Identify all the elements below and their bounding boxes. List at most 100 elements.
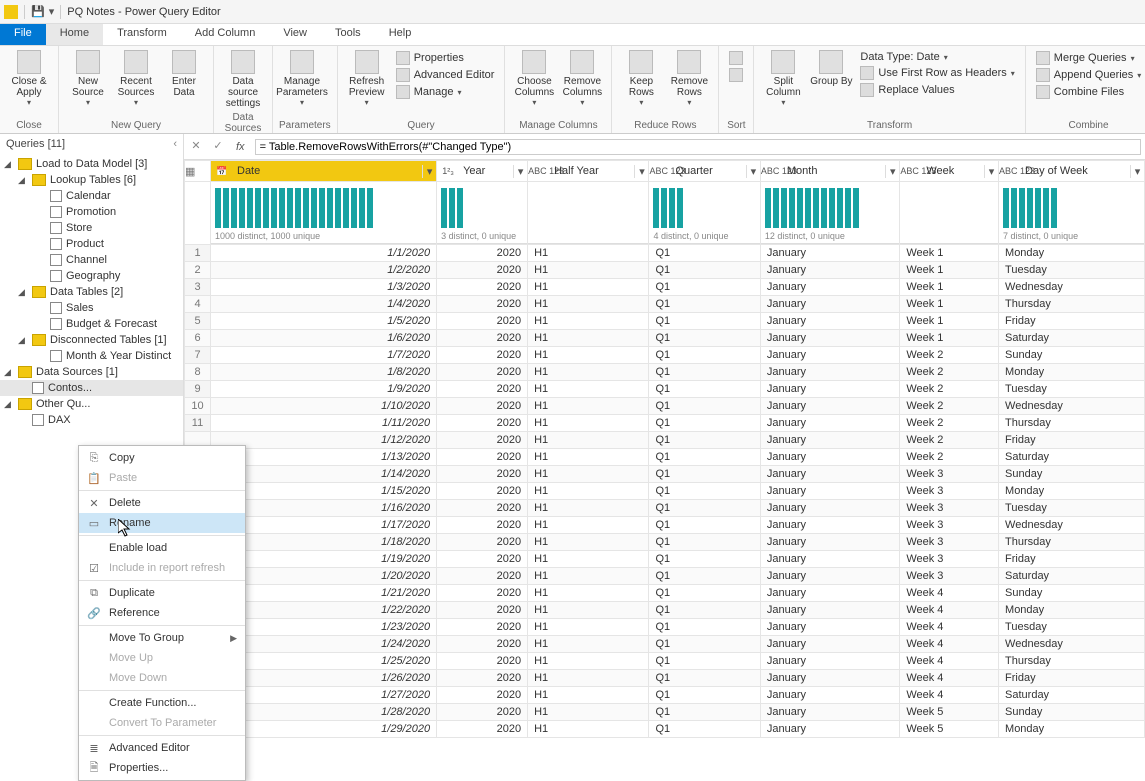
data-source-settings-button[interactable]: Data source settings — [220, 48, 266, 111]
table-row[interactable]: 1/26/20202020H1Q1JanuaryWeek 4Friday — [185, 670, 1145, 687]
sort-asc-button[interactable] — [727, 50, 745, 66]
table-row[interactable]: 10 1/10/20202020H1Q1JanuaryWeek 2Wednesd… — [185, 398, 1145, 415]
fx-icon[interactable]: fx — [232, 141, 249, 153]
first-row-headers-button[interactable]: Use First Row as Headers — [858, 65, 1016, 81]
filter-dropdown-icon[interactable]: ▾ — [984, 165, 998, 178]
row-number[interactable]: 2 — [185, 262, 211, 279]
choose-columns-button[interactable]: Choose Columns — [511, 48, 557, 109]
tab-home[interactable]: Home — [46, 24, 103, 45]
tree-lookup-5[interactable]: Geography — [0, 268, 183, 284]
tree-data-1[interactable]: Budget & Forecast — [0, 316, 183, 332]
manage-button[interactable]: Manage — [394, 84, 497, 100]
table-row[interactable]: 11 1/11/20202020H1Q1JanuaryWeek 2Thursda… — [185, 415, 1145, 432]
table-row[interactable]: 6 1/6/20202020H1Q1JanuaryWeek 1Saturday — [185, 330, 1145, 347]
combine-files-button[interactable]: Combine Files — [1034, 84, 1144, 100]
row-number[interactable]: 6 — [185, 330, 211, 347]
split-column-button[interactable]: Split Column — [760, 48, 806, 109]
table-row[interactable]: 8 1/8/20202020H1Q1JanuaryWeek 2Monday — [185, 364, 1145, 381]
col-header-half-year[interactable]: ABC 123Half Year▾ — [528, 161, 649, 182]
advanced-editor-button[interactable]: Advanced Editor — [394, 67, 497, 83]
tree-lookup-1[interactable]: Promotion — [0, 204, 183, 220]
filter-dropdown-icon[interactable]: ▾ — [634, 165, 648, 178]
append-queries-button[interactable]: Append Queries — [1034, 67, 1144, 83]
properties-button[interactable]: Properties — [394, 50, 497, 66]
type-icon[interactable]: ABC 123 — [761, 166, 783, 176]
row-number[interactable]: 1 — [185, 245, 211, 262]
save-icon[interactable]: 💾 — [31, 5, 45, 18]
table-row[interactable]: 1/22/20202020H1Q1JanuaryWeek 4Monday — [185, 602, 1145, 619]
table-row[interactable]: 1/25/20202020H1Q1JanuaryWeek 4Thursday — [185, 653, 1145, 670]
col-header-day-of-week[interactable]: ABC 123Day of Week▾ — [999, 161, 1145, 182]
cancel-formula-icon[interactable]: ✕ — [188, 139, 204, 155]
filter-dropdown-icon[interactable]: ▾ — [422, 165, 436, 178]
tree-disc-group[interactable]: ◢Disconnected Tables [1] — [0, 332, 183, 348]
remove-columns-button[interactable]: Remove Columns — [559, 48, 605, 109]
row-number[interactable]: 10 — [185, 398, 211, 415]
close-apply-button[interactable]: Close & Apply — [6, 48, 52, 109]
col-header-date[interactable]: 📅Date▾ — [211, 161, 437, 182]
table-row[interactable]: 1/13/20202020H1Q1JanuaryWeek 2Saturday — [185, 449, 1145, 466]
ctx-advanced-editor[interactable]: ≣Advanced Editor — [79, 738, 245, 758]
table-row[interactable]: 1/14/20202020H1Q1JanuaryWeek 3Sunday — [185, 466, 1145, 483]
row-number[interactable]: 4 — [185, 296, 211, 313]
tree-lookup-3[interactable]: Product — [0, 236, 183, 252]
table-row[interactable]: 1/21/20202020H1Q1JanuaryWeek 4Sunday — [185, 585, 1145, 602]
tree-disc-0[interactable]: Month & Year Distinct — [0, 348, 183, 364]
replace-values-button[interactable]: Replace Values — [858, 82, 1016, 98]
table-row[interactable]: 1 1/1/20202020H1Q1JanuaryWeek 1Monday — [185, 245, 1145, 262]
ctx-properties[interactable]: 🗎Properties... — [79, 758, 245, 778]
table-row[interactable]: 1/12/20202020H1Q1JanuaryWeek 2Friday — [185, 432, 1145, 449]
sort-desc-button[interactable] — [727, 67, 745, 83]
tree-data-0[interactable]: Sales — [0, 300, 183, 316]
col-header-week[interactable]: ABC 123Week▾ — [900, 161, 999, 182]
queries-header[interactable]: Queries [11]‹ — [0, 134, 183, 154]
filter-dropdown-icon[interactable]: ▾ — [885, 165, 899, 178]
tab-tools[interactable]: Tools — [321, 24, 375, 45]
ctx-rename[interactable]: ▭Rename — [79, 513, 245, 533]
ctx-reference[interactable]: 🔗Reference — [79, 603, 245, 623]
undo-dropdown-icon[interactable]: ▾ — [49, 5, 55, 18]
merge-queries-button[interactable]: Merge Queries — [1034, 50, 1144, 66]
tree-ds-group[interactable]: ◢Data Sources [1] — [0, 364, 183, 380]
tree-ds-0[interactable]: Contos... — [0, 380, 183, 396]
keep-rows-button[interactable]: Keep Rows — [618, 48, 664, 109]
ctx-enable-load[interactable]: Enable load — [79, 538, 245, 558]
table-row[interactable]: 1/15/20202020H1Q1JanuaryWeek 3Monday — [185, 483, 1145, 500]
filter-dropdown-icon[interactable]: ▾ — [513, 165, 527, 178]
row-number[interactable]: 9 — [185, 381, 211, 398]
collapse-pane-icon[interactable]: ‹ — [173, 138, 177, 150]
row-number[interactable]: 7 — [185, 347, 211, 364]
enter-data-button[interactable]: Enter Data — [161, 48, 207, 100]
tree-lookup-0[interactable]: Calendar — [0, 188, 183, 204]
tree-lookup-2[interactable]: Store — [0, 220, 183, 236]
ctx-create-function[interactable]: Create Function... — [79, 693, 245, 713]
table-row[interactable]: 7 1/7/20202020H1Q1JanuaryWeek 2Sunday — [185, 347, 1145, 364]
manage-parameters-button[interactable]: Manage Parameters — [279, 48, 325, 109]
ctx-delete[interactable]: ✕Delete — [79, 493, 245, 513]
remove-rows-button[interactable]: Remove Rows — [666, 48, 712, 109]
row-corner[interactable]: ▦ — [185, 161, 211, 182]
new-source-button[interactable]: New Source — [65, 48, 111, 109]
col-header-year[interactable]: 1²₃Year▾ — [437, 161, 528, 182]
type-icon[interactable]: ABC 123 — [528, 166, 550, 176]
tab-transform[interactable]: Transform — [103, 24, 181, 45]
group-by-button[interactable]: Group By — [808, 48, 854, 89]
formula-input[interactable] — [255, 139, 1141, 155]
filter-dropdown-icon[interactable]: ▾ — [746, 165, 760, 178]
tree-other-group[interactable]: ◢Other Qu... — [0, 396, 183, 412]
table-row[interactable]: 1/28/20202020H1Q1JanuaryWeek 5Sunday — [185, 704, 1145, 721]
ctx-copy[interactable]: ⎘Copy — [79, 448, 245, 468]
table-row[interactable]: 2 1/2/20202020H1Q1JanuaryWeek 1Tuesday — [185, 262, 1145, 279]
type-icon[interactable]: 1²₃ — [437, 166, 459, 176]
tree-lookup-group[interactable]: ◢Lookup Tables [6] — [0, 172, 183, 188]
ctx-duplicate[interactable]: ⧉Duplicate — [79, 583, 245, 603]
table-row[interactable]: 1/29/20202020H1Q1JanuaryWeek 5Monday — [185, 721, 1145, 738]
tab-view[interactable]: View — [269, 24, 321, 45]
accept-formula-icon[interactable]: ✓ — [210, 139, 226, 155]
row-number[interactable]: 8 — [185, 364, 211, 381]
refresh-preview-button[interactable]: Refresh Preview — [344, 48, 390, 109]
tree-load-group[interactable]: ◢Load to Data Model [3] — [0, 156, 183, 172]
table-row[interactable]: 3 1/3/20202020H1Q1JanuaryWeek 1Wednesday — [185, 279, 1145, 296]
tab-addcolumn[interactable]: Add Column — [181, 24, 270, 45]
table-row[interactable]: 1/18/20202020H1Q1JanuaryWeek 3Thursday — [185, 534, 1145, 551]
